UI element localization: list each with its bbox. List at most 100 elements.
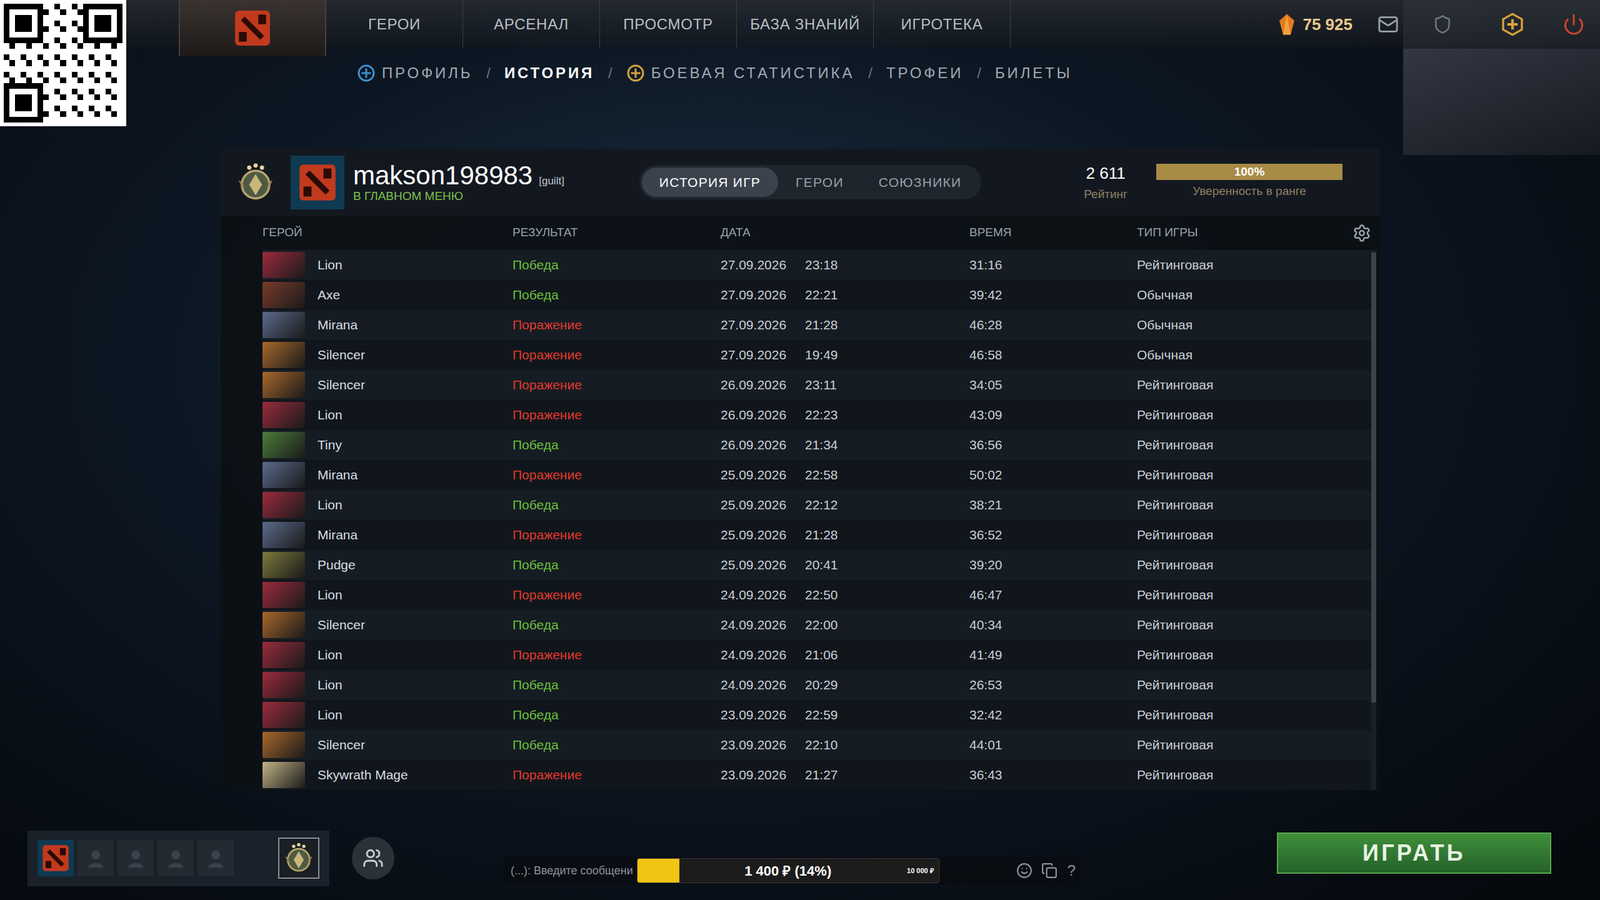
profile-avatar[interactable] (290, 155, 345, 210)
match-duration: 34:05 (969, 375, 1137, 395)
column-header[interactable]: ГЕРОЙ (262, 223, 513, 242)
party-slot[interactable] (197, 840, 234, 877)
chat-channel-icon[interactable] (1041, 862, 1058, 879)
hero-cell: Lion (262, 491, 513, 519)
nav-item[interactable]: ИГРОТЕКА (873, 0, 1011, 49)
settings-gear-icon[interactable] (1352, 223, 1372, 243)
group-icon (362, 847, 384, 869)
empty-slot-icon (165, 847, 187, 869)
match-row[interactable]: MiranaПоражение25.09.202621:2836:52Рейти… (262, 520, 1372, 550)
match-row[interactable]: LionПоражение24.09.202622:5046:47Рейтинг… (262, 580, 1372, 610)
hero-name: Silencer (317, 615, 365, 635)
match-date: 23.09.2026 (720, 735, 805, 755)
match-row[interactable]: AxeПобеда27.09.202622:2139:42Обычная (262, 280, 1372, 310)
match-start-time: 21:28 (805, 525, 839, 545)
rating-label: Рейтинг (1083, 185, 1128, 204)
game-type: Рейтинговая (1136, 255, 1372, 275)
hero-cell: Lion (262, 251, 513, 279)
column-header[interactable]: ВРЕМЯ (969, 223, 1137, 242)
chat-help[interactable]: ? (1067, 859, 1076, 882)
column-header[interactable]: ДАТА (720, 223, 970, 242)
party-slot[interactable] (117, 840, 154, 877)
chat-input[interactable]: (...): Введите сообщени1 400 ₽ (14%)10 0… (504, 856, 1081, 885)
match-date: 24.09.2026 (720, 615, 805, 635)
shield-icon[interactable] (1432, 14, 1453, 35)
dota-plus-icon[interactable] (1500, 11, 1525, 37)
confidence-label: Уверенность в ранге (1192, 182, 1307, 201)
match-row[interactable]: SilencerПобеда23.09.202622:1044:01Рейтин… (262, 730, 1372, 760)
match-start-time: 20:29 (805, 675, 839, 695)
match-date: 23.09.2026 (720, 705, 805, 725)
hero-name: Lion (317, 255, 343, 275)
scrollbar[interactable] (1371, 250, 1377, 790)
hero-portrait (262, 461, 305, 489)
match-row[interactable]: LionПоражение26.09.202622:2343:09Рейтинг… (262, 400, 1372, 430)
nav-item[interactable]: АРСЕНАЛ (463, 0, 600, 49)
column-header[interactable]: РЕЗУЛЬТАТ (512, 223, 721, 242)
party-slot[interactable] (77, 840, 114, 877)
hero-portrait (262, 491, 305, 519)
shards-balance[interactable]: 75 925 (1277, 12, 1353, 37)
match-duration: 39:20 (969, 555, 1137, 575)
match-row[interactable]: PudgeПобеда25.09.202620:4139:20Рейтингов… (262, 550, 1372, 580)
profile-tab[interactable]: ГЕРОИ (778, 167, 862, 198)
subnav-item[interactable]: ИСТОРИЯ (504, 61, 595, 85)
match-result: Поражение (512, 465, 721, 485)
column-header[interactable]: ТИП ИГРЫ (1136, 223, 1355, 242)
party-slot[interactable] (157, 840, 194, 877)
nav-item[interactable]: ГЕРОИ (326, 0, 464, 49)
empty-slot-icon (85, 847, 107, 869)
profile-tab[interactable]: ИСТОРИЯ ИГР (641, 167, 779, 198)
subnav-item[interactable]: ПРОФИЛЬ (356, 61, 473, 85)
friends-button[interactable] (351, 836, 395, 880)
avatar-logo-icon (297, 162, 338, 203)
donation-goal: 10 000 ₽ (906, 858, 934, 883)
date-cell: 25.09.202621:28 (720, 525, 970, 545)
hero-portrait (262, 701, 305, 729)
match-row[interactable]: SilencerПоражение26.09.202623:1134:05Рей… (262, 370, 1372, 400)
match-row[interactable]: SilencerПоражение27.09.202619:4946:58Обы… (262, 340, 1372, 370)
subnav-item[interactable]: БИЛЕТЫ (995, 61, 1073, 85)
game-type: Обычная (1136, 315, 1372, 335)
match-row[interactable]: MiranaПоражение25.09.202622:5850:02Рейти… (262, 460, 1372, 490)
profile-tab[interactable]: СОЮЗНИКИ (861, 167, 980, 198)
match-row[interactable]: SilencerПобеда24.09.202622:0040:34Рейтин… (262, 610, 1372, 640)
game-type: Рейтинговая (1136, 375, 1372, 395)
hero-cell: Silencer (262, 611, 513, 639)
match-row[interactable]: LionПоражение24.09.202621:0641:49Рейтинг… (262, 640, 1372, 670)
hero-portrait (262, 521, 305, 549)
emoji-icon[interactable] (1016, 862, 1033, 879)
match-row[interactable]: LionПобеда24.09.202620:2926:53Рейтингова… (262, 670, 1372, 700)
mail-icon[interactable] (1377, 13, 1399, 35)
party-slot[interactable] (37, 840, 74, 877)
nav-item[interactable]: БАЗА ЗНАНИЙ (736, 0, 874, 49)
match-row[interactable]: Skywrath MageПоражение23.09.202621:2736:… (262, 760, 1372, 790)
match-row[interactable]: LionПобеда27.09.202623:1831:16Рейтингова… (262, 250, 1372, 280)
game-type: Рейтинговая (1136, 645, 1372, 665)
history-panel: makson198983[guilt]В ГЛАВНОМ МЕНЮИСТОРИЯ… (220, 148, 1380, 790)
match-row[interactable]: MiranaПоражение27.09.202621:2846:28Обычн… (262, 310, 1372, 340)
date-cell: 25.09.202622:12 (720, 495, 970, 515)
play-button[interactable]: ИГРАТЬ (1276, 832, 1552, 874)
nav-item[interactable]: ПРОСМОТР (600, 0, 737, 49)
subnav-item[interactable]: ТРОФЕИ (886, 61, 964, 85)
match-duration: 39:42 (969, 285, 1137, 305)
power-icon[interactable] (1562, 13, 1585, 36)
match-duration: 38:21 (969, 495, 1137, 515)
subnav-item[interactable]: БОЕВАЯ СТАТИСТИКА (626, 61, 855, 85)
match-row[interactable]: LionПобеда23.09.202622:5932:42Рейтингова… (262, 700, 1372, 730)
match-row[interactable]: TinyПобеда26.09.202621:3436:56Рейтингова… (262, 430, 1372, 460)
nav-menu: ГЕРОИАРСЕНАЛПРОСМОТРБАЗА ЗНАНИЙИГРОТЕКА (326, 0, 1011, 49)
dota-logo-tab[interactable] (178, 0, 327, 57)
match-result: Победа (512, 675, 721, 695)
subnav-separator: / (486, 61, 491, 85)
hero-portrait (262, 581, 305, 609)
match-duration: 44:01 (969, 735, 1137, 755)
scrollbar-thumb[interactable] (1371, 252, 1377, 703)
match-row[interactable]: LionПобеда25.09.202622:1238:21Рейтингова… (262, 490, 1372, 520)
party-rank-badge[interactable] (278, 837, 320, 879)
match-duration: 46:47 (969, 585, 1137, 605)
shards-amount: 75 925 (1302, 12, 1353, 37)
rank-confidence: 100%Уверенность в ранге (1156, 163, 1343, 201)
game-type: Рейтинговая (1136, 615, 1372, 635)
